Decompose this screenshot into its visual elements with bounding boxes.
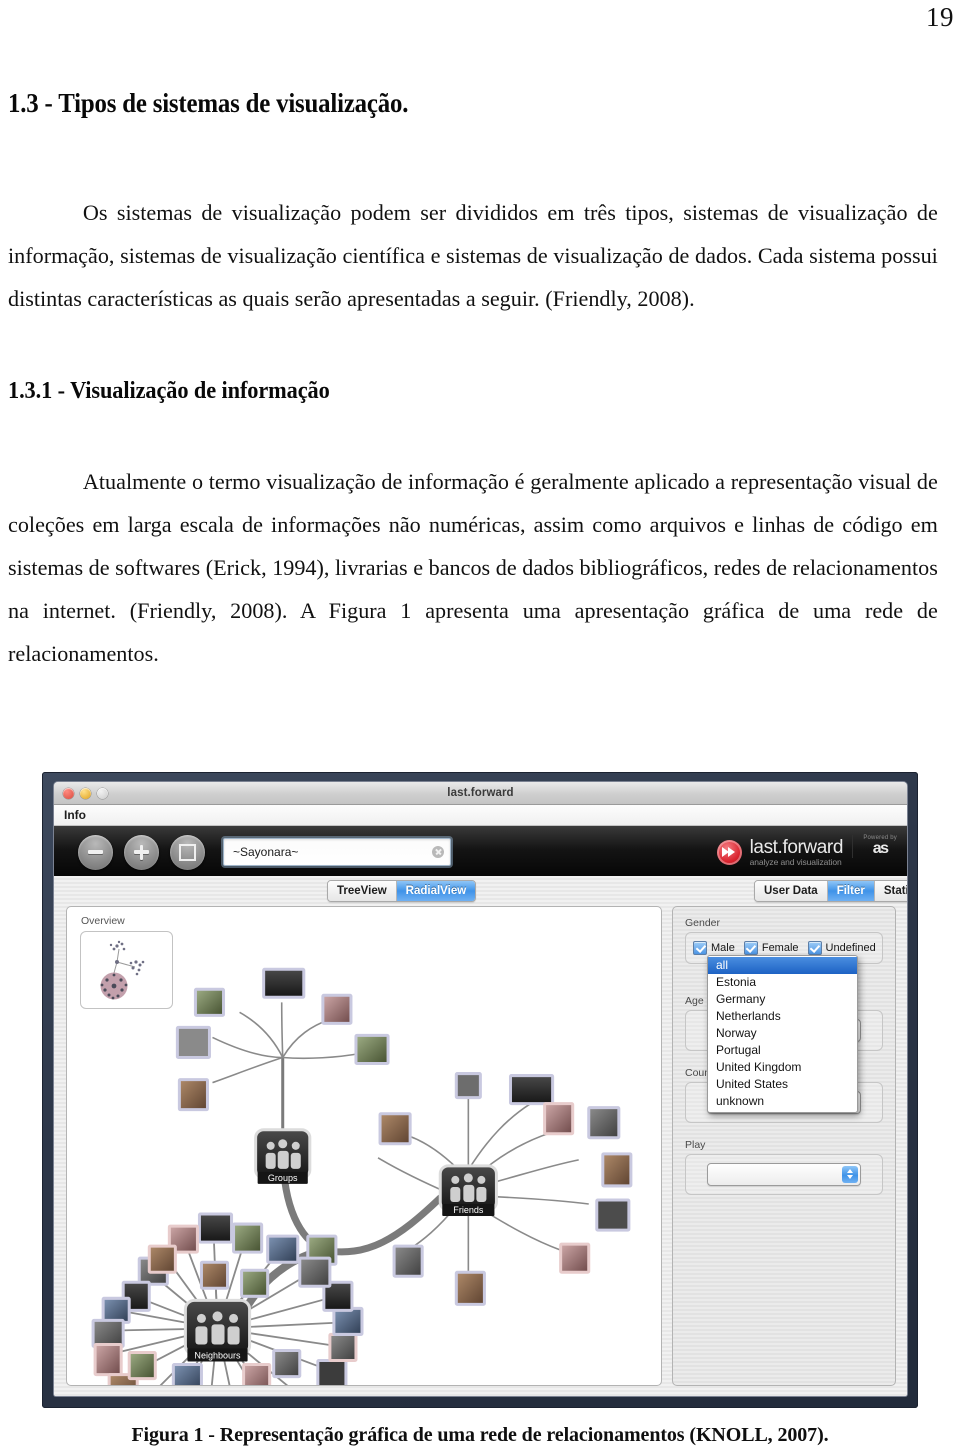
section-subheading: 1.3.1 - Visualização de informação [8, 378, 330, 404]
country-option-estonia[interactable]: Estonia [708, 974, 857, 991]
graph-node-neighbours: Neighbours [183, 1298, 252, 1362]
country-option-norway[interactable]: Norway [708, 1025, 857, 1042]
window-frame: last.forward Info ~Sayonara~ last.forwar… [42, 772, 918, 1408]
zoom-out-icon[interactable] [78, 834, 113, 870]
application-window: last.forward Info ~Sayonara~ last.forwar… [54, 782, 907, 1396]
search-input[interactable]: ~Sayonara~ [223, 838, 451, 866]
checkbox-female-box[interactable] [743, 941, 758, 955]
graph-node-friends: Friends [438, 1164, 498, 1217]
checkbox-undefined[interactable]: Undefined [807, 941, 876, 955]
figure-caption: Figura 1 - Representação gráfica de uma … [131, 1424, 829, 1446]
search-input-value: ~Sayonara~ [233, 845, 299, 859]
brand-logo-block: last.forward analyze and visualization [716, 836, 844, 867]
svg-text:Neighbours: Neighbours [194, 1351, 241, 1361]
lastfm-logo-icon: as [872, 840, 889, 857]
window-content: TreeView RadialView User Data Filter Sta… [54, 876, 907, 1396]
country-option-all[interactable]: all [708, 957, 857, 974]
checkbox-male-box[interactable] [693, 941, 707, 955]
checkbox-undefined-box[interactable] [807, 941, 822, 955]
country-option-germany[interactable]: Germany [708, 991, 857, 1008]
tab-radialview[interactable]: RadialView [396, 881, 476, 901]
brand-tagline: analyze and visualization [749, 856, 842, 867]
country-option-netherlands[interactable]: Netherlands [708, 1008, 857, 1025]
playcount-label: Play [685, 1139, 706, 1151]
svg-text:Friends: Friends [453, 1205, 484, 1215]
tab-filter[interactable]: Filter [827, 881, 875, 901]
graph-node-groups: Groups [254, 1128, 312, 1184]
country-option-united-kingdom[interactable]: United Kingdom [708, 1059, 857, 1076]
zoom-in-icon[interactable] [124, 834, 159, 870]
toolbar-buttons [78, 834, 205, 870]
checkbox-male[interactable]: Male [693, 941, 735, 955]
country-option-unknown[interactable]: unknown [708, 1093, 857, 1110]
gender-label: Gender [685, 917, 721, 929]
view-tabs: TreeView RadialView [327, 880, 477, 902]
playcount-group: Play [685, 1139, 883, 1195]
checkbox-female[interactable]: Female [743, 941, 799, 955]
window-title: last.forward [447, 787, 514, 799]
country-option-united-states[interactable]: United States [708, 1076, 857, 1093]
tab-treeview[interactable]: TreeView [328, 881, 397, 901]
clear-search-icon[interactable] [432, 846, 444, 858]
paragraph-2: Atualmente o termo visualização de infor… [8, 469, 938, 666]
menu-item-info[interactable]: Info [64, 808, 86, 822]
last-forward-play-icon [716, 839, 742, 865]
paragraph-1: Os sistemas de visualização podem ser di… [8, 200, 938, 311]
window-titlebar: last.forward [54, 782, 907, 805]
checkbox-female-label: Female [761, 942, 799, 954]
panel-tabs: User Data Filter Statistics [754, 880, 907, 902]
toolbar: ~Sayonara~ last.forward analyze and visu… [54, 826, 907, 879]
section-heading: 1.3 - Tipos de sistemas de visualização. [8, 88, 409, 118]
menu-bar: Info [54, 805, 907, 826]
fit-to-screen-icon[interactable] [170, 834, 205, 870]
tab-user-data[interactable]: User Data [755, 881, 828, 901]
playcount-select-arrows-icon[interactable] [842, 1165, 858, 1183]
document-page: 19 1.3 - Tipos de sistemas de visualizaç… [0, 0, 960, 1454]
powered-by-block: Powered by as [852, 835, 897, 858]
page-number: 19 [926, 2, 954, 32]
playcount-select[interactable] [707, 1163, 861, 1186]
tab-statistics[interactable]: Statistics [874, 881, 907, 901]
playcount-frame [685, 1154, 883, 1195]
tab-bars: TreeView RadialView User Data Filter Sta… [54, 880, 907, 902]
svg-text:Groups: Groups [268, 1173, 298, 1183]
country-dropdown-menu[interactable]: all Estonia Germany Netherlands Norway P… [707, 955, 858, 1113]
relationship-network-graph[interactable]: Groups Friends Neighbours [67, 907, 661, 1386]
document-body: 1.3 - Tipos de sistemas de visualização.… [8, 88, 952, 675]
figure-screenshot: last.forward Info ~Sayonara~ last.forwar… [42, 772, 918, 1408]
brand-name: last.forward [749, 836, 844, 858]
country-option-portugal[interactable]: Portugal [708, 1042, 857, 1059]
graph-canvas[interactable]: Overview Groups Friends Neighbours [66, 906, 662, 1386]
checkbox-male-label: Male [711, 942, 735, 954]
filter-panel: Gender Male Female Undefined Age Country… [672, 906, 896, 1386]
checkbox-undefined-label: Undefined [825, 942, 876, 954]
